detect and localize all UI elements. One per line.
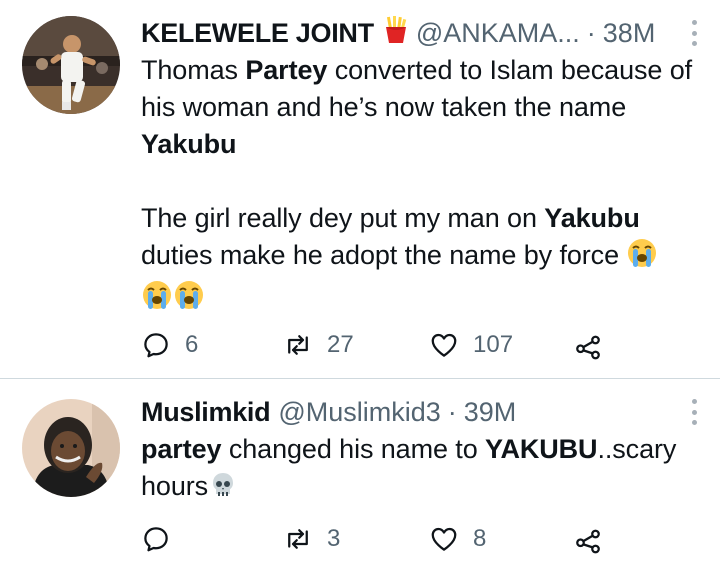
text-segment: The girl really dey put my man on bbox=[141, 203, 545, 233]
text-segment: changed his name to bbox=[221, 434, 486, 464]
fries-emoji bbox=[384, 15, 408, 51]
tweet[interactable]: KELEWELE JOINT @ANKAMA... · 38M Thomas P… bbox=[0, 0, 720, 378]
like-count: 107 bbox=[473, 331, 514, 358]
user-handle[interactable]: @ANKAMA... bbox=[416, 18, 580, 49]
separator-dot: · bbox=[586, 17, 596, 48]
more-options-icon[interactable] bbox=[686, 399, 702, 425]
share-icon bbox=[576, 335, 600, 360]
tweet-text: partey changed his name to YAKUBU..scary… bbox=[141, 431, 702, 510]
text-segment: duties make he adopt the name by force bbox=[141, 240, 627, 270]
separator-dot: · bbox=[447, 396, 457, 427]
tweet-header: Muslimkid @Muslimkid3 · 39M bbox=[141, 393, 702, 431]
like-count: 8 bbox=[473, 525, 487, 552]
display-name[interactable]: KELEWELE JOINT bbox=[141, 18, 374, 49]
retweet-button[interactable]: 27 bbox=[283, 330, 354, 360]
retweet-count: 3 bbox=[327, 525, 341, 552]
timestamp[interactable]: 38M bbox=[603, 18, 656, 49]
tweet-header: KELEWELE JOINT @ANKAMA... · 38M bbox=[141, 14, 702, 52]
loudly-crying-face-emoji bbox=[141, 279, 173, 321]
avatar-basketball-player-image bbox=[22, 16, 120, 114]
loudly-crying-face-emoji bbox=[173, 279, 205, 321]
display-name[interactable]: Muslimkid bbox=[141, 397, 271, 428]
reply-button[interactable] bbox=[141, 524, 171, 554]
like-button[interactable]: 8 bbox=[429, 524, 486, 554]
share-icon bbox=[576, 529, 600, 554]
text-bold-segment: YAKUBU bbox=[485, 434, 598, 464]
share-button[interactable] bbox=[573, 524, 603, 554]
user-handle[interactable]: @Muslimkid3 bbox=[278, 397, 440, 428]
tweet-text: Thomas Partey converted to Islam because… bbox=[141, 52, 702, 321]
heart-icon bbox=[431, 333, 457, 357]
heart-icon bbox=[431, 527, 457, 551]
tweet-actions: 3 8 bbox=[141, 518, 702, 558]
text-segment: Thomas bbox=[141, 55, 246, 85]
retweet-icon bbox=[288, 335, 308, 355]
reply-button[interactable]: 6 bbox=[141, 330, 198, 360]
retweet-button[interactable]: 3 bbox=[283, 524, 340, 554]
reply-icon bbox=[144, 527, 168, 552]
retweet-count: 27 bbox=[327, 331, 354, 358]
more-options-icon[interactable] bbox=[686, 20, 702, 46]
avatar-person-image bbox=[22, 399, 120, 497]
avatar[interactable] bbox=[22, 399, 120, 497]
share-button[interactable] bbox=[573, 330, 603, 360]
reply-count: 6 bbox=[185, 331, 199, 358]
like-button[interactable]: 107 bbox=[429, 330, 513, 360]
avatar[interactable] bbox=[22, 16, 120, 114]
text-bold-segment: Partey bbox=[245, 55, 328, 85]
skull-emoji bbox=[208, 470, 238, 510]
tweet-actions: 6 27 107 bbox=[141, 324, 702, 364]
loudly-crying-face-emoji bbox=[626, 237, 658, 279]
timestamp[interactable]: 39M bbox=[464, 397, 517, 428]
text-bold-segment: Yakubu bbox=[141, 129, 237, 159]
reply-icon bbox=[144, 333, 168, 358]
retweet-icon bbox=[288, 529, 308, 549]
text-bold-segment: partey bbox=[141, 434, 222, 464]
text-bold-segment: Yakubu bbox=[544, 203, 640, 233]
